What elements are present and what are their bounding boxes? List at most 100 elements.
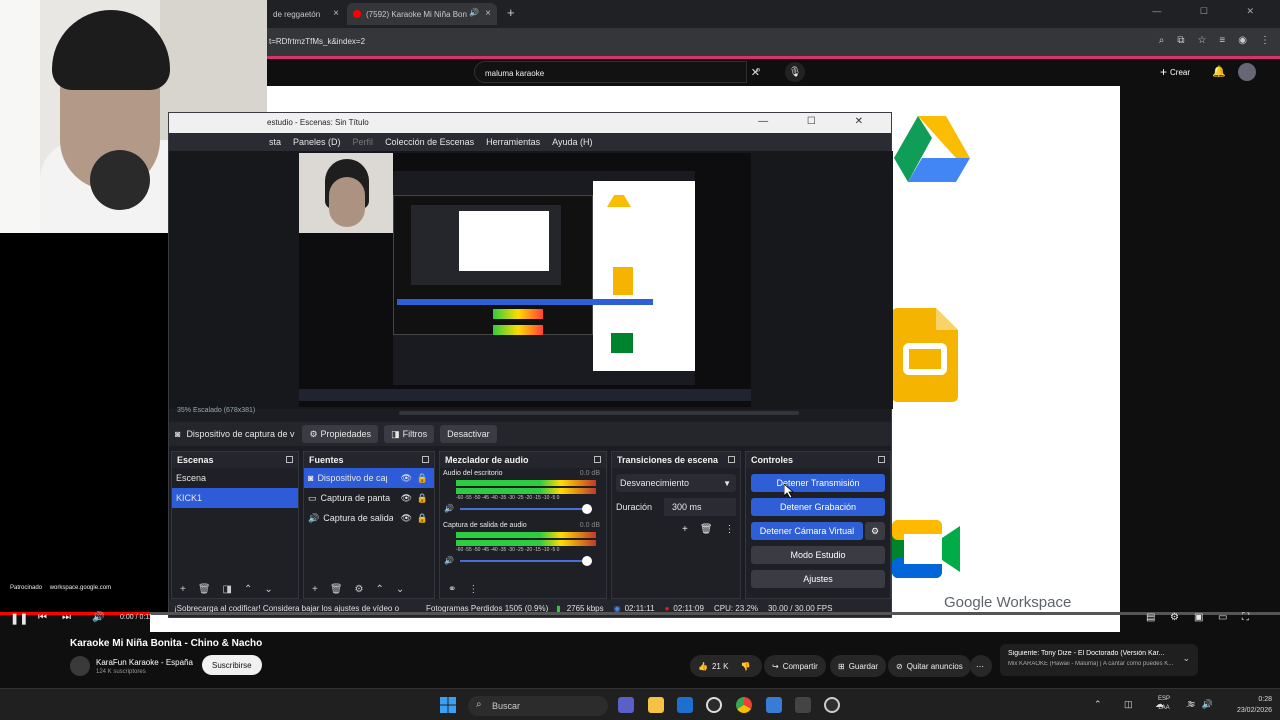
avatar[interactable] (1238, 63, 1256, 81)
settings-icon[interactable]: ⚙ (1170, 612, 1179, 623)
tab-karaoke[interactable]: (7592) Karaoke Mi Niña Bon 🔊 × (347, 3, 497, 25)
filter-icon[interactable]: ◨ (223, 584, 232, 595)
chrome-icon[interactable] (736, 697, 752, 713)
dislike-icon[interactable]: 👎 (740, 662, 750, 671)
menu-tools[interactable]: Herramientas (486, 137, 540, 147)
scene-item-selected[interactable]: KICK1 (172, 488, 298, 508)
obs-preview[interactable] (169, 151, 893, 409)
preview-scrollbar[interactable] (399, 411, 799, 415)
subtitles-icon[interactable]: ▤ (1146, 612, 1155, 623)
bookmark-star-icon[interactable]: ☆ (1197, 35, 1206, 46)
search-input[interactable]: maluma karaoke ✕ (474, 61, 760, 83)
channel-avatar[interactable] (70, 656, 90, 676)
taskbar-clock[interactable]: 0:28 23/02/2026 (1237, 694, 1272, 716)
install-icon[interactable]: ⧉ (1177, 35, 1184, 46)
channel-name[interactable]: KaraFun Karaoke - España (96, 658, 193, 667)
subscribe-button[interactable]: Suscribirse (202, 655, 262, 675)
like-icon[interactable]: 👍 (698, 662, 708, 671)
virtual-camera-settings-button[interactable]: ⚙ (865, 522, 885, 540)
stop-streaming-button[interactable]: Detener Transmisión (751, 474, 885, 492)
app-icon[interactable] (795, 697, 811, 713)
link-icon[interactable]: ⚭ (448, 584, 456, 595)
gear-icon[interactable]: ⚙ (355, 584, 364, 595)
menu-help[interactable]: Ayuda (H) (552, 137, 592, 147)
dock-float-icon[interactable] (422, 456, 429, 463)
previous-icon[interactable]: ⏮ (38, 612, 47, 623)
more-actions-button[interactable]: ⋯ (970, 655, 992, 677)
next-up-card[interactable]: Siguiente: Tony Dize - El Doctorado (Ver… (1000, 644, 1198, 676)
duration-input[interactable]: 300 ms (664, 498, 736, 516)
menu-file[interactable]: sta (269, 137, 281, 147)
mic-icon[interactable]: 🎙 (785, 62, 805, 82)
teams-icon[interactable] (618, 697, 634, 713)
menu-dots-icon[interactable]: ⋮ (468, 584, 478, 595)
obs-icon[interactable] (824, 697, 840, 713)
eye-icon[interactable]: 👁 (401, 513, 412, 524)
taskbar-search[interactable]: ⌕ Buscar (468, 696, 608, 716)
up-arrow-icon[interactable]: ⌃ (376, 584, 384, 595)
file-explorer-icon[interactable] (648, 697, 664, 713)
miniplayer-icon[interactable]: ▣ (1194, 612, 1203, 623)
notifications-icon[interactable]: 🔔 (1212, 65, 1226, 78)
next-icon[interactable]: ⏭ (62, 612, 71, 623)
tab-reggaeton[interactable]: de reggaetón × (267, 3, 345, 25)
network-volume-icons[interactable]: ≋🔊 (1188, 699, 1219, 710)
trash-icon[interactable]: 🗑 (330, 584, 343, 595)
settings-button[interactable]: Ajustes (751, 570, 885, 588)
menu-docks[interactable]: Paneles (D) (293, 137, 341, 147)
language-indicator[interactable]: ESP LAA (1158, 695, 1170, 713)
tray-icons[interactable]: ⌃ ◫ ☁ ⎍ (1094, 699, 1203, 710)
windows-start-icon[interactable] (440, 697, 456, 713)
volume-slider-handle[interactable] (582, 556, 592, 566)
menu-scene-collection[interactable]: Colección de Escenas (385, 137, 474, 147)
sponsor-url[interactable]: workspace.google.com (50, 585, 111, 591)
studio-mode-button[interactable]: Modo Estudio (751, 546, 885, 564)
dock-float-icon[interactable] (728, 456, 735, 463)
add-icon[interactable]: + (312, 584, 318, 595)
volume-slider[interactable] (460, 508, 590, 510)
menu-profile[interactable]: Perfil (353, 137, 374, 147)
lock-icon[interactable]: 🔒 (417, 493, 428, 504)
properties-button[interactable]: ⚙ Propiedades (302, 425, 379, 443)
source-item[interactable]: ▭ Captura de panta 👁 🔒 (304, 488, 434, 508)
up-arrow-icon[interactable]: ⌃ (244, 584, 252, 595)
xbox-icon[interactable] (706, 697, 722, 713)
fullscreen-icon[interactable]: ⛶ (1242, 612, 1249, 623)
source-item[interactable]: 🔊 Captura de salida 👁 🔒 (304, 508, 434, 528)
speaker-icon[interactable]: 🔊 (444, 556, 454, 565)
lock-icon[interactable]: 🔒 (417, 473, 428, 484)
source-item-selected[interactable]: ◙ Dispositivo de cap 👁 🔒 (304, 468, 434, 488)
reading-list-icon[interactable]: ≡ (1219, 35, 1225, 46)
stop-recording-button[interactable]: Detener Grabación (751, 498, 885, 516)
obs-window-controls[interactable]: — ☐ ✕ (758, 116, 881, 127)
pause-icon[interactable]: ❚❚ (10, 612, 28, 625)
dock-float-icon[interactable] (878, 456, 885, 463)
outlook-icon[interactable] (766, 697, 782, 713)
profile-icon[interactable]: ◉ (1238, 35, 1247, 46)
chevron-down-icon[interactable]: ⌄ (1182, 653, 1190, 664)
down-arrow-icon[interactable]: ⌄ (396, 584, 404, 595)
close-icon[interactable]: × (333, 8, 339, 19)
scene-item[interactable]: Escena (172, 468, 298, 488)
down-arrow-icon[interactable]: ⌄ (264, 584, 272, 595)
zoom-icon[interactable]: ⌕ (1159, 35, 1165, 46)
deactivate-button[interactable]: Desactivar (440, 425, 497, 443)
filters-button[interactable]: ◨ Filtros (384, 425, 435, 443)
menu-dots-icon[interactable]: ⋮ (725, 524, 735, 535)
theater-icon[interactable]: ▭ (1218, 612, 1227, 623)
speaker-icon[interactable]: 🔊 (444, 504, 454, 513)
search-icon[interactable]: ⌕ (755, 64, 761, 77)
new-tab-icon[interactable]: + (507, 5, 515, 20)
remove-ads-button[interactable]: ⊘ Quitar anuncios (888, 655, 971, 677)
trash-icon[interactable]: 🗑 (700, 524, 713, 535)
transition-select[interactable]: Desvanecimiento ▼ (616, 474, 736, 492)
add-icon[interactable]: + (180, 584, 186, 595)
close-icon[interactable]: × (485, 8, 491, 19)
share-button[interactable]: ↪ Compartir (764, 655, 826, 677)
trash-icon[interactable]: 🗑 (198, 584, 211, 595)
url-text[interactable]: t=RDfrtmzTfMs_k&index=2 (269, 37, 365, 46)
dock-float-icon[interactable] (286, 456, 293, 463)
volume-slider-handle[interactable] (582, 504, 592, 514)
add-icon[interactable]: + (682, 524, 688, 535)
stop-virtual-camera-button[interactable]: Detener Cámara Virtual (751, 522, 863, 540)
